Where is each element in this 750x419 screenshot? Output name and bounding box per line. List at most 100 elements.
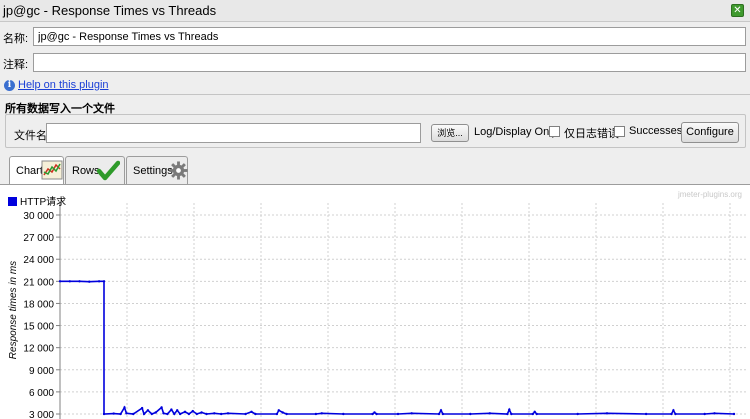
data-point	[213, 412, 216, 415]
data-point	[78, 280, 81, 283]
data-point	[531, 412, 534, 416]
data-point	[68, 280, 72, 283]
browse-button[interactable]: 浏览...	[431, 124, 469, 142]
data-point	[195, 412, 198, 416]
data-point	[162, 412, 165, 415]
data-point	[670, 412, 673, 416]
data-point	[441, 412, 445, 416]
help-link[interactable]: Help on this plugin	[18, 79, 109, 91]
errors-only-label: 仅日志错误	[564, 128, 619, 140]
data-point	[187, 412, 191, 416]
comment-row: 注释:	[0, 51, 750, 75]
data-point	[88, 280, 91, 283]
tab-chart-label: Chart	[16, 165, 43, 177]
y-tick-label: 27 000	[23, 233, 54, 244]
data-point	[342, 412, 345, 416]
data-point	[396, 412, 400, 416]
legend-label: HTTP请求	[20, 195, 66, 208]
data-point	[102, 280, 106, 283]
y-axis-label: Response times in ms	[8, 261, 19, 359]
data-point	[112, 412, 115, 415]
checkmark-icon	[96, 160, 120, 181]
data-point	[285, 412, 288, 416]
y-tick-label: 30 000	[23, 211, 54, 222]
y-tick-label: 21 000	[23, 277, 54, 288]
data-point	[275, 412, 279, 416]
data-point	[410, 412, 413, 415]
y-tick-label: 24 000	[23, 255, 54, 266]
data-point	[191, 409, 194, 413]
data-point	[703, 412, 706, 416]
data-point	[150, 412, 153, 416]
data-point	[437, 412, 441, 416]
y-tick-label: 15 000	[23, 322, 54, 333]
chart-panel: jmeter-plugins.org 30 000 27 000 24 000 21 …	[0, 184, 750, 419]
configure-button[interactable]: Configure	[681, 122, 739, 143]
data-point	[506, 412, 509, 416]
data-point	[510, 412, 513, 416]
data-point	[375, 412, 378, 416]
y-tick-label: 6 000	[29, 388, 54, 399]
data-point	[119, 412, 122, 416]
tab-rows[interactable]: Rows	[65, 156, 125, 184]
chart-icon	[41, 160, 63, 180]
data-point	[644, 412, 648, 416]
window-title-bar: jp@gc - Response Times vs Threads ✕	[0, 0, 750, 22]
y-tick-label: 18 000	[23, 299, 54, 310]
data-point	[576, 412, 579, 416]
tab-chart[interactable]: Chart	[9, 156, 64, 186]
data-point	[732, 412, 736, 416]
y-tick-label: 9 000	[29, 366, 54, 377]
data-point	[320, 412, 323, 415]
watermark: jmeter-plugins.org	[677, 190, 742, 199]
data-point	[371, 412, 374, 416]
log-display-label: Log/Display Only:	[474, 126, 561, 138]
data-point	[508, 408, 511, 411]
data-point	[674, 412, 677, 416]
data-point	[439, 409, 443, 412]
data-point	[173, 412, 176, 416]
data-point	[373, 411, 376, 414]
data-point	[533, 410, 536, 413]
file-group: 文件名 浏览... Log/Display Only: 仅日志错误 Succes…	[5, 114, 746, 148]
successes-label: Successes	[629, 125, 683, 137]
data-point	[160, 406, 163, 409]
close-button[interactable]: ✕	[731, 4, 744, 17]
data-point	[102, 412, 106, 416]
gear-icon	[169, 161, 188, 180]
successes-checkbox[interactable]	[614, 126, 625, 137]
data-point	[142, 412, 146, 416]
data-point	[605, 412, 609, 415]
y-tick-label: 12 000	[23, 344, 54, 355]
data-point	[183, 410, 187, 413]
data-point	[250, 410, 253, 413]
data-point	[132, 412, 135, 416]
name-label: 名称:	[3, 33, 29, 45]
data-point	[469, 412, 472, 416]
data-point	[166, 412, 169, 416]
file-name-label: 文件名	[14, 130, 47, 142]
comment-input[interactable]	[33, 53, 746, 72]
window-title: jp@gc - Response Times vs Threads	[3, 3, 217, 18]
errors-only-checkbox[interactable]	[549, 126, 560, 137]
data-point	[244, 412, 247, 416]
file-name-input[interactable]	[46, 123, 421, 143]
data-point	[154, 411, 157, 414]
name-input[interactable]	[33, 27, 746, 46]
data-point	[205, 412, 208, 416]
data-point	[125, 412, 128, 415]
data-point	[277, 409, 280, 412]
data-point	[200, 411, 203, 414]
data-point	[176, 409, 179, 412]
data-point	[146, 409, 150, 412]
data-point	[314, 412, 318, 416]
data-point	[220, 412, 223, 416]
data-point	[140, 406, 144, 410]
legend-swatch	[8, 197, 17, 206]
data-point	[672, 409, 675, 412]
data-point	[123, 406, 126, 409]
data-point	[58, 280, 62, 283]
data-point	[281, 411, 284, 414]
tab-settings[interactable]: Settings	[126, 156, 188, 184]
data-point	[535, 412, 538, 416]
